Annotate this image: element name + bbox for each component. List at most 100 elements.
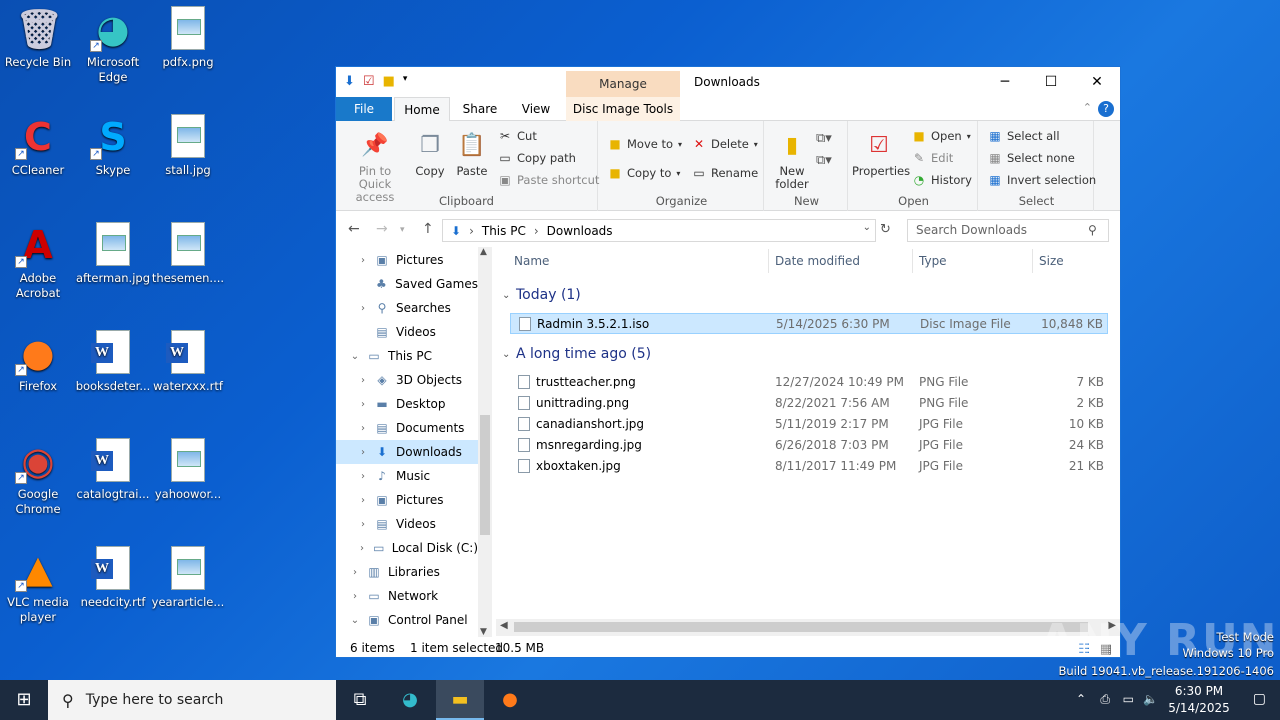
column-name[interactable]: Name <box>514 247 549 275</box>
nav-item[interactable]: ♣ Saved Games <box>336 272 478 296</box>
copy-path-button[interactable]: ▭ Copy path <box>498 151 576 165</box>
desktop-icon[interactable]: afterman.jpg <box>75 222 151 286</box>
chevron-icon[interactable]: › <box>348 591 362 602</box>
scroll-down-icon[interactable]: ▼ <box>480 627 487 637</box>
column-type[interactable]: Type <box>919 247 947 275</box>
select-all-button[interactable]: ▦ Select all <box>988 129 1059 143</box>
paste-button[interactable]: 📋 Paste <box>452 131 492 178</box>
nav-item[interactable]: ⌄ ▣ Control Panel <box>336 608 478 632</box>
collapse-ribbon-icon[interactable]: ⌃ <box>1083 101 1092 114</box>
move-to-button[interactable]: ■ Move to ▾ <box>608 137 682 151</box>
chevron-icon[interactable]: › <box>356 375 370 386</box>
file-row[interactable]: trustteacher.png 12/27/2024 10:49 PM PNG F… <box>510 372 1108 393</box>
desktop-icon[interactable]: C ↗ CCleaner <box>0 114 76 178</box>
search-input[interactable]: Search Downloads <box>907 219 1109 242</box>
maximize-button[interactable]: ☐ <box>1028 67 1074 97</box>
invert-selection-button[interactable]: ▦ Invert selection <box>988 173 1096 187</box>
up-arrow-icon[interactable]: ↑ <box>422 221 434 237</box>
refresh-icon[interactable]: ↻ <box>880 222 891 237</box>
column-date-modified[interactable]: Date modified <box>775 247 860 275</box>
select-none-button[interactable]: ▦ Select none <box>988 151 1075 165</box>
chevron-icon[interactable]: › <box>356 255 370 266</box>
tab-share[interactable]: Share <box>454 97 506 121</box>
nav-item[interactable]: › ♪ Music <box>336 464 478 488</box>
tab-file[interactable]: File <box>336 97 392 121</box>
chevron-icon[interactable]: › <box>356 399 370 410</box>
desktop-icon[interactable]: thesemen.... <box>150 222 226 286</box>
help-icon[interactable]: ? <box>1098 101 1114 117</box>
nav-item[interactable]: › ▤ Videos <box>336 512 478 536</box>
taskbar-edge[interactable]: ◕ <box>386 680 434 720</box>
collapse-chevron-icon[interactable]: ⌄ <box>502 349 510 360</box>
open-button[interactable]: ■ Open ▾ <box>912 129 970 143</box>
chevron-icon[interactable]: › <box>356 519 370 530</box>
chevron-icon[interactable]: › <box>356 543 368 554</box>
desktop-icon[interactable]: S ↗ Skype <box>75 114 151 178</box>
easy-access-icon[interactable]: ⧉▾ <box>816 153 832 168</box>
desktop-icon[interactable]: 🗑 Recycle Bin <box>0 6 76 70</box>
back-arrow-icon[interactable]: ← <box>348 221 360 237</box>
nav-item[interactable]: ⌄ ▭ This PC <box>336 344 478 368</box>
properties-icon[interactable]: ☑ <box>363 74 375 89</box>
desktop-icon[interactable]: ▲ ↗ VLC media player <box>0 546 76 625</box>
title-bar[interactable]: ⬇ ☑ ■ ▾ Manage Downloads ─ ☐ ✕ <box>336 67 1120 97</box>
nav-item[interactable]: › ▤ Documents <box>336 416 478 440</box>
horizontal-scroll-thumb[interactable] <box>514 622 1088 632</box>
chevron-icon[interactable]: › <box>356 495 370 506</box>
breadcrumb-downloads[interactable]: Downloads <box>547 224 613 238</box>
copy-button[interactable]: ❐ Copy <box>412 131 448 178</box>
nav-item[interactable]: › ▭ Network <box>336 584 478 608</box>
edit-button[interactable]: ✎ Edit <box>912 151 953 165</box>
tab-view[interactable]: View <box>510 97 562 121</box>
nav-item[interactable]: › ▣ Pictures <box>336 248 478 272</box>
desktop-icon[interactable]: Wcatalogtrai... <box>75 438 151 502</box>
desktop-icon[interactable]: ◕ ↗ Microsoft Edge <box>75 6 151 85</box>
nav-item[interactable]: › ▭ Local Disk (C:) <box>336 536 478 560</box>
desktop-icon[interactable]: A ↗ Adobe Acrobat <box>0 222 76 301</box>
nav-scroll-thumb[interactable] <box>480 415 490 535</box>
desktop-icon[interactable]: yahoowor... <box>150 438 226 502</box>
delete-button[interactable]: ✕ Delete ▾ <box>692 137 758 151</box>
device-icon[interactable]: ⎙ <box>1100 692 1110 707</box>
group-header[interactable]: ⌄ A long time ago (5) <box>502 346 651 362</box>
desktop-icon[interactable]: pdfx.png <box>150 6 226 70</box>
tab-home[interactable]: Home <box>394 97 450 122</box>
desktop-icon[interactable]: ● ↗ Firefox <box>0 330 76 394</box>
tab-disc-image-tools[interactable]: Disc Image Tools <box>566 97 680 121</box>
start-button[interactable]: ⊞ <box>0 680 48 720</box>
clock-time[interactable]: 6:30 PM <box>1164 684 1234 698</box>
nav-item[interactable]: › ▣ Pictures <box>336 488 478 512</box>
manage-context-tab[interactable]: Manage <box>566 71 680 97</box>
rename-button[interactable]: ▭ Rename <box>692 166 758 180</box>
network-icon[interactable]: ▭ <box>1123 692 1134 706</box>
file-row[interactable]: xboxtaken.jpg 8/11/2017 11:49 PM JPG File 2… <box>510 456 1108 477</box>
close-button[interactable]: ✕ <box>1074 67 1120 97</box>
chevron-icon[interactable]: › <box>348 567 362 578</box>
address-bar[interactable]: ⬇ › This PC › Downloads ⌄ <box>442 219 876 242</box>
collapse-chevron-icon[interactable]: ⌄ <box>502 290 510 301</box>
cut-button[interactable]: ✂ Cut <box>498 129 537 143</box>
desktop-icon[interactable]: yeararticle... <box>150 546 226 610</box>
taskbar-file-explorer[interactable]: ▬ <box>436 680 484 720</box>
new-item-icon[interactable]: ⧉▾ <box>816 131 832 146</box>
properties-button[interactable]: ☑ Properties <box>852 131 910 178</box>
scroll-up-icon[interactable]: ▲ <box>480 247 487 257</box>
forward-arrow-icon[interactable]: → <box>376 221 388 237</box>
file-row[interactable]: canadianshort.jpg 5/11/2019 2:17 PM JPG Fi… <box>510 414 1108 435</box>
taskbar-firefox[interactable]: ● <box>486 680 534 720</box>
nav-item[interactable]: ▤ Videos <box>336 320 478 344</box>
column-size[interactable]: Size <box>1039 247 1064 275</box>
notifications-icon[interactable]: ▢ <box>1253 691 1266 707</box>
copy-to-button[interactable]: ■ Copy to ▾ <box>608 166 680 180</box>
group-header[interactable]: ⌄ Today (1) <box>502 287 581 303</box>
nav-item[interactable]: › ⬇ Downloads <box>336 440 478 464</box>
breadcrumb-this-pc[interactable]: This PC <box>482 224 526 238</box>
chevron-icon[interactable]: › <box>356 423 370 434</box>
clock-date[interactable]: 5/14/2025 <box>1164 701 1234 715</box>
paste-shortcut-button[interactable]: ▣ Paste shortcut <box>498 173 599 187</box>
nav-item[interactable]: › ▬ Desktop <box>336 392 478 416</box>
chevron-icon[interactable]: ⌄ <box>348 615 362 626</box>
file-row[interactable]: unittrading.png 8/22/2021 7:56 AM PNG File… <box>510 393 1108 414</box>
desktop-icon[interactable]: ◉ ↗ Google Chrome <box>0 438 76 517</box>
desktop-icon[interactable]: stall.jpg <box>150 114 226 178</box>
